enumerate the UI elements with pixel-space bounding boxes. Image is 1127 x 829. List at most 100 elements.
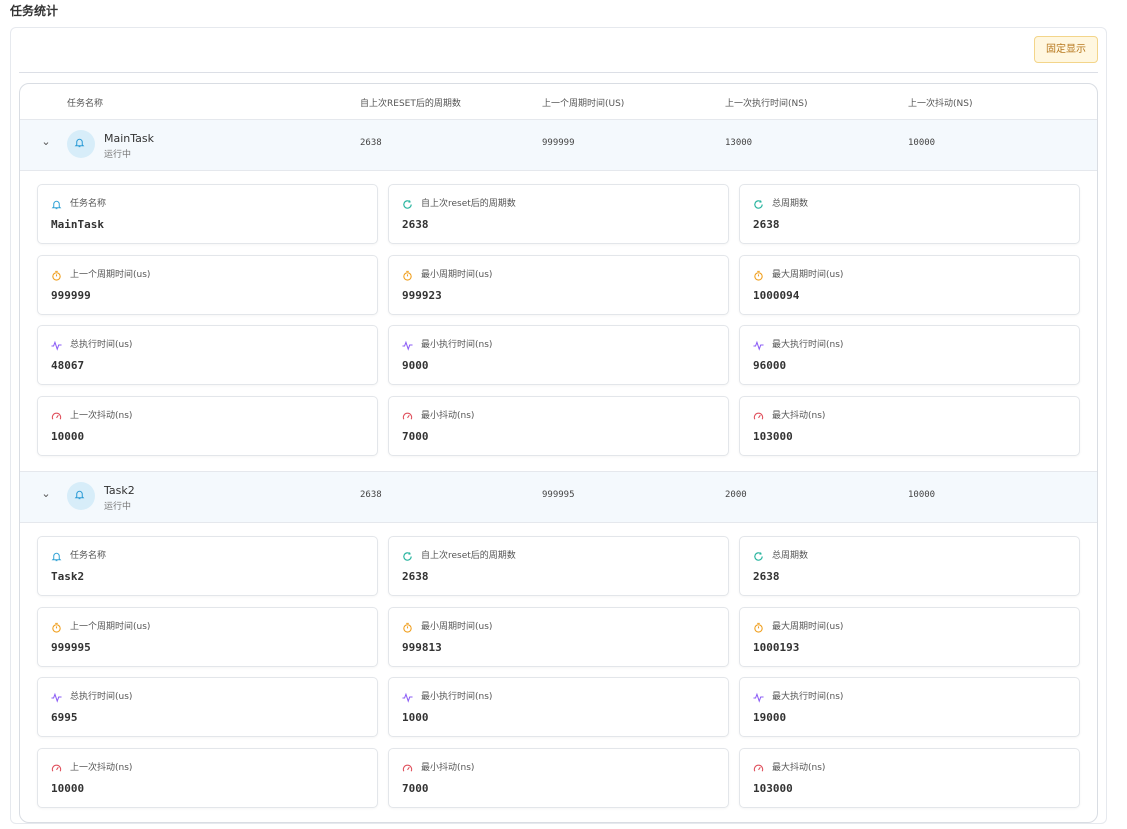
stat-value: 999923 <box>402 289 442 302</box>
stat-label: 最大周期时间(us) <box>772 622 844 632</box>
stat-card: 最小执行时间(ns) 9000 <box>388 325 729 385</box>
gauge-icon <box>51 407 62 426</box>
task-name: MainTask <box>104 132 154 145</box>
stat-value: 1000193 <box>753 641 800 654</box>
gauge-icon <box>753 759 764 778</box>
gauge-icon <box>402 759 413 778</box>
stat-value: 19000 <box>753 711 787 724</box>
cell-last-cycle-time: 999995 <box>542 490 575 500</box>
stat-label: 最大执行时间(ns) <box>772 692 844 702</box>
stat-value: 10000 <box>51 782 85 795</box>
stat-card: 最大周期时间(us) 1000094 <box>739 255 1080 315</box>
stat-card: 上一次抖动(ns) 10000 <box>37 748 378 808</box>
task-name: Task2 <box>104 484 135 497</box>
task-row[interactable]: ⌄ MainTask 运行中 2638 999999 13000 10000 <box>20 120 1097 171</box>
divider <box>19 72 1098 73</box>
stat-value: 7000 <box>402 782 429 795</box>
stat-value: Task2 <box>51 570 85 583</box>
table-header: 任务名称 自上次RESET后的周期数 上一个周期时间(US) 上一次执行时间(N… <box>20 84 1097 120</box>
stat-label: 最小周期时间(us) <box>421 622 493 632</box>
pin-display-button[interactable]: 固定显示 <box>1034 36 1098 63</box>
task-detail-panel: 任务名称 Task2 自上次reset后的周期数 2638 总周期数 2638 … <box>20 523 1097 822</box>
stat-label: 上一个周期时间(us) <box>70 622 151 632</box>
stat-value: 999999 <box>51 289 91 302</box>
stat-value: 103000 <box>753 782 793 795</box>
cell-cycles-since-reset: 2638 <box>360 490 382 500</box>
pulse-icon <box>51 336 62 355</box>
stat-card: 任务名称 MainTask <box>37 184 378 244</box>
stat-label: 最大执行时间(ns) <box>772 340 844 350</box>
stat-value: 2638 <box>753 570 780 583</box>
refresh-icon <box>753 547 764 566</box>
cell-last-cycle-time: 999999 <box>542 138 575 148</box>
stat-card: 总周期数 2638 <box>739 184 1080 244</box>
bell-icon <box>51 547 62 566</box>
stat-value: 999813 <box>402 641 442 654</box>
stopwatch-icon <box>753 266 764 285</box>
task-status: 运行中 <box>104 502 132 512</box>
stat-label: 总执行时间(us) <box>70 340 133 350</box>
stopwatch-icon <box>51 266 62 285</box>
stat-label: 任务名称 <box>70 551 107 561</box>
bell-icon <box>51 195 62 214</box>
pulse-icon <box>402 336 413 355</box>
cell-last-jitter: 10000 <box>908 138 936 148</box>
stat-label: 上一次抖动(ns) <box>70 763 133 773</box>
stopwatch-icon <box>753 618 764 637</box>
stat-card: 总周期数 2638 <box>739 536 1080 596</box>
stat-card: 上一次抖动(ns) 10000 <box>37 396 378 456</box>
task-status: 运行中 <box>104 150 132 160</box>
stat-label: 自上次reset后的周期数 <box>421 551 516 561</box>
stat-label: 最大抖动(ns) <box>772 411 826 421</box>
cell-last-exec-time: 2000 <box>725 490 747 500</box>
stat-card: 最大抖动(ns) 103000 <box>739 748 1080 808</box>
stat-label: 总周期数 <box>772 551 809 561</box>
refresh-icon <box>402 547 413 566</box>
stat-value: 96000 <box>753 359 787 372</box>
page-title: 任务统计 <box>10 4 59 18</box>
cell-last-exec-time: 13000 <box>725 138 753 148</box>
task-row[interactable]: ⌄ Task2 运行中 2638 999995 2000 10000 <box>20 472 1097 523</box>
stat-card: 最大执行时间(ns) 96000 <box>739 325 1080 385</box>
task-detail-panel: 任务名称 MainTask 自上次reset后的周期数 2638 总周期数 26… <box>20 171 1097 472</box>
pulse-icon <box>753 688 764 707</box>
stat-card: 最大执行时间(ns) 19000 <box>739 677 1080 737</box>
gauge-icon <box>51 759 62 778</box>
stat-value: 1000 <box>402 711 429 724</box>
stopwatch-icon <box>402 266 413 285</box>
pulse-icon <box>51 688 62 707</box>
stat-card: 最小周期时间(us) 999813 <box>388 607 729 667</box>
stat-label: 总执行时间(us) <box>70 692 133 702</box>
stat-value: 48067 <box>51 359 85 372</box>
header-last-exec-time: 上一次执行时间(NS) <box>725 99 808 109</box>
stat-label: 最大周期时间(us) <box>772 270 844 280</box>
pulse-icon <box>402 688 413 707</box>
cell-last-jitter: 10000 <box>908 490 936 500</box>
header-task-name: 任务名称 <box>67 99 104 109</box>
refresh-icon <box>753 195 764 214</box>
gauge-icon <box>753 407 764 426</box>
stat-label: 自上次reset后的周期数 <box>421 199 516 209</box>
task-stats-panel: 固定显示 任务名称 自上次RESET后的周期数 上一个周期时间(US) 上一次执… <box>10 27 1107 824</box>
stat-label: 最小执行时间(ns) <box>421 692 493 702</box>
stat-card: 最大抖动(ns) 103000 <box>739 396 1080 456</box>
stat-value: 1000094 <box>753 289 800 302</box>
stat-label: 上一个周期时间(us) <box>70 270 151 280</box>
stat-value: 999995 <box>51 641 91 654</box>
stat-card: 自上次reset后的周期数 2638 <box>388 536 729 596</box>
stat-value: 7000 <box>402 430 429 443</box>
stopwatch-icon <box>402 618 413 637</box>
chevron-down-icon[interactable]: ⌄ <box>38 486 54 502</box>
gauge-icon <box>402 407 413 426</box>
stat-card: 最大周期时间(us) 1000193 <box>739 607 1080 667</box>
stat-value: 10000 <box>51 430 85 443</box>
chevron-down-icon[interactable]: ⌄ <box>38 134 54 150</box>
stat-card: 最小周期时间(us) 999923 <box>388 255 729 315</box>
stat-label: 最小周期时间(us) <box>421 270 493 280</box>
stat-label: 上一次抖动(ns) <box>70 411 133 421</box>
header-cycles-since-reset: 自上次RESET后的周期数 <box>360 99 461 109</box>
stat-value: 2638 <box>402 218 429 231</box>
stopwatch-icon <box>51 618 62 637</box>
header-last-cycle-time: 上一个周期时间(US) <box>542 99 625 109</box>
stat-label: 最小抖动(ns) <box>421 763 475 773</box>
